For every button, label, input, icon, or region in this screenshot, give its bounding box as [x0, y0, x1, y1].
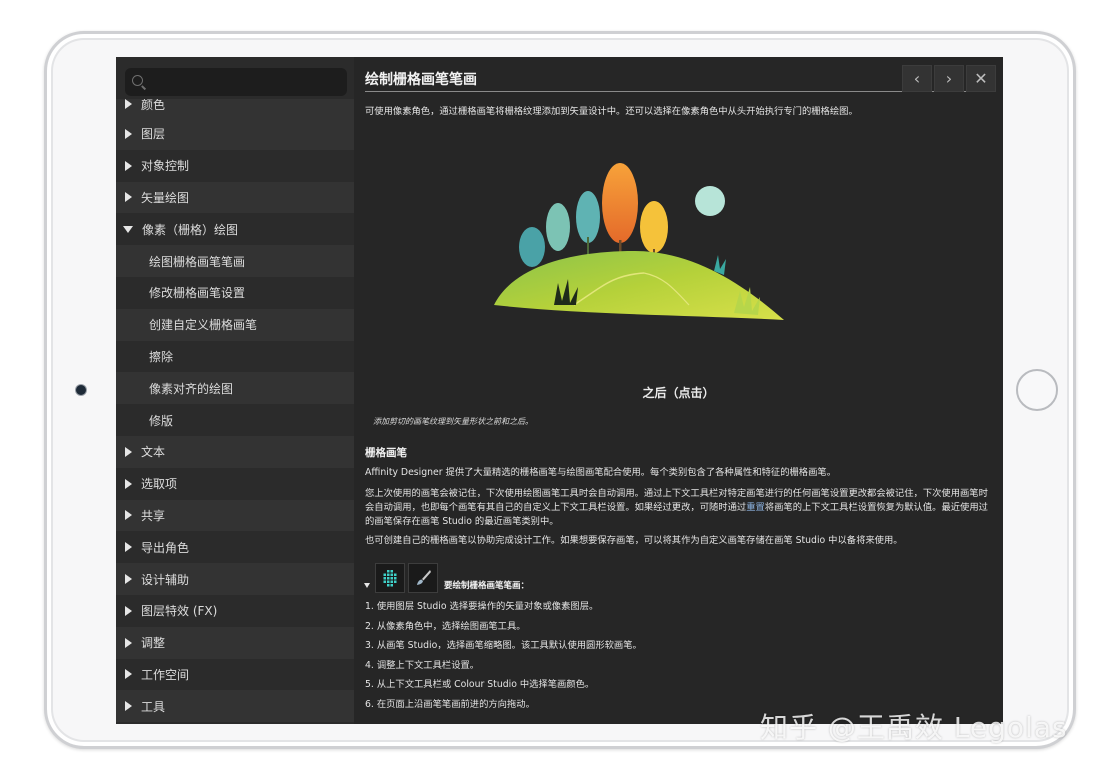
sidebar-clipped-row: 颜色 [116, 99, 354, 119]
sidebar-item-label: 修版 [149, 413, 174, 428]
close-icon: ✕ [974, 69, 988, 88]
sidebar-item-label: 工作空间 [141, 667, 190, 682]
sidebar-item[interactable]: 选取项 [116, 468, 354, 500]
triangle-right-icon [125, 701, 132, 712]
triangle-right-icon [125, 669, 132, 680]
watermark: 知乎 @王禹效 Legolas [760, 711, 1068, 744]
sidebar-item[interactable]: 矢量绘图 [116, 181, 354, 214]
triangle-right-icon [125, 542, 132, 553]
triangle-down-icon [123, 225, 133, 233]
triangle-right-icon [125, 446, 132, 457]
sidebar-item-label: 像素对齐的绘图 [149, 381, 234, 396]
sidebar-item[interactable]: 设计辅助 [116, 563, 354, 595]
sidebar-item[interactable]: 调整 [116, 626, 354, 659]
triangle-right-icon [125, 510, 132, 521]
sidebar-item-label: 绘图栅格画笔笔画 [149, 254, 246, 269]
chevron-right-icon: › [945, 69, 953, 88]
sidebar-item[interactable]: 擦除 [116, 341, 354, 373]
search-input[interactable] [125, 68, 347, 96]
triangle-right-icon [125, 99, 132, 109]
step-item: 2. 从像素角色中，选择绘图画笔工具。 [365, 620, 526, 632]
search-icon [132, 75, 143, 86]
sidebar-item-label: 颜色 [141, 99, 166, 112]
image-note: 添加剪切的画笔纹理到矢量形状之前和之后。 [373, 417, 533, 426]
help-content: 绘制栅格画笔笔画 ‹ › ✕ 可使用像素角色，通过栅格画笔将栅格纹理添加到矢量设… [354, 57, 1003, 724]
sidebar-item-label: 选取项 [141, 477, 178, 492]
sidebar-item-label: 图层特效 (FX) [141, 604, 218, 619]
sidebar: 颜色 图层对象控制矢量绘图像素（栅格）绘图绘图栅格画笔笔画 修改栅格画笔设置 创建自… [116, 57, 354, 724]
sidebar-item-label: 文本 [141, 445, 166, 460]
close-button[interactable]: ✕ [966, 65, 996, 92]
sidebar-item[interactable]: 像素对齐的绘图 [116, 372, 354, 405]
sidebar-item[interactable]: 绘图栅格画笔笔画 [116, 245, 354, 277]
sidebar-item[interactable]: 工具 [116, 690, 354, 723]
sidebar-item[interactable]: 工作空间 [116, 659, 354, 691]
sidebar-item[interactable]: 图层 [116, 118, 354, 150]
sidebar-item[interactable]: 修改栅格画笔设置 [116, 277, 354, 309]
sidebar-item-label: 图层 [141, 127, 166, 142]
sidebar-item[interactable]: 像素（栅格）绘图 [116, 213, 354, 245]
step-item: 1. 使用图层 Studio 选择要操作的矢量对象或像素图层。 [365, 601, 599, 612]
sidebar-item-label: 像素（栅格）绘图 [142, 222, 239, 237]
chevron-left-icon: ‹ [913, 69, 921, 88]
paragraph: 也可创建自己的栅格画笔以协助完成设计工作。如果想要保存画笔，可以将其作为自定义画… [365, 535, 903, 546]
paint-brush-icon [408, 563, 438, 593]
triangle-right-icon [125, 605, 132, 616]
paragraph: 您上次使用的画笔会被记住，下次使用绘图画笔工具时会自动调用。通过上下文工具栏对特… [365, 488, 988, 527]
sidebar-item-label: 矢量绘图 [141, 190, 190, 205]
triangle-right-icon [125, 574, 132, 585]
disclosure-triangle-icon[interactable] [364, 583, 370, 588]
image-caption: 之后（点击） [642, 386, 715, 400]
sidebar-item[interactable]: 共享 [116, 499, 354, 532]
top-nav-buttons: ‹ › ✕ [900, 65, 996, 92]
triangle-right-icon [125, 637, 132, 648]
screen: 颜色 图层对象控制矢量绘图像素（栅格）绘图绘图栅格画笔笔画 修改栅格画笔设置 创建自… [116, 57, 1003, 724]
sidebar-item-label: 调整 [141, 636, 166, 651]
triangle-right-icon [125, 160, 132, 171]
sidebar-nav: 图层对象控制矢量绘图像素（栅格）绘图绘图栅格画笔笔画 修改栅格画笔设置 创建自定义栅… [116, 118, 354, 723]
reset-link[interactable]: 重置 [746, 502, 765, 513]
illustration-image[interactable] [494, 155, 794, 335]
sidebar-item-label: 导出角色 [141, 540, 190, 555]
triangle-right-icon [125, 478, 132, 489]
tool-steps-label: 要绘制栅格画笔笔画： [444, 581, 530, 591]
front-camera [76, 385, 86, 395]
paragraph: Affinity Designer 提供了大量精选的栅格画笔与绘图画笔配合使用。… [365, 467, 836, 478]
sidebar-item-label: 修改栅格画笔设置 [149, 286, 246, 301]
sidebar-item[interactable]: 对象控制 [116, 150, 354, 182]
step-item: 5. 从上下文工具栏或 Colour Studio 中选择笔画颜色。 [365, 679, 595, 690]
title-divider [365, 91, 989, 92]
sidebar-item[interactable]: 文本 [116, 435, 354, 468]
step-item: 4. 调整上下文工具栏设置。 [365, 659, 480, 671]
triangle-right-icon [125, 128, 132, 139]
step-item: 3. 从画笔 Studio，选择画笔缩略图。该工具默认使用圆形软画笔。 [365, 640, 642, 651]
forward-button[interactable]: › [934, 65, 964, 92]
sidebar-item-label: 工具 [141, 699, 166, 714]
sidebar-item[interactable]: 修版 [116, 404, 354, 436]
sidebar-item[interactable]: 导出角色 [116, 531, 354, 563]
sidebar-item-label: 共享 [141, 508, 166, 523]
home-button[interactable] [1016, 369, 1058, 411]
pixel-persona-icon [375, 563, 405, 593]
steps-list: 1. 使用图层 Studio 选择要操作的矢量对象或像素图层。 2. 从像素角色中… [365, 597, 642, 714]
sidebar-item-label: 擦除 [149, 349, 174, 364]
tool-row: 要绘制栅格画笔笔画： [364, 563, 529, 593]
sidebar-item-label: 创建自定义栅格画笔 [149, 318, 258, 333]
page-title: 绘制栅格画笔笔画 [365, 72, 477, 88]
triangle-right-icon [125, 192, 132, 203]
intro-text: 可使用像素角色，通过栅格画笔将栅格纹理添加到矢量设计中。还可以选择在像素角色中从… [365, 106, 858, 117]
sidebar-item[interactable]: 图层特效 (FX) [116, 595, 354, 627]
sidebar-item-label: 设计辅助 [141, 572, 190, 587]
sidebar-item-label: 对象控制 [141, 159, 190, 174]
back-button[interactable]: ‹ [902, 65, 932, 92]
sidebar-item[interactable]: 创建自定义栅格画笔 [116, 308, 354, 341]
step-item: 6. 在页面上沿画笔笔画前进的方向拖动。 [365, 698, 535, 710]
section-heading: 栅格画笔 [365, 447, 407, 459]
